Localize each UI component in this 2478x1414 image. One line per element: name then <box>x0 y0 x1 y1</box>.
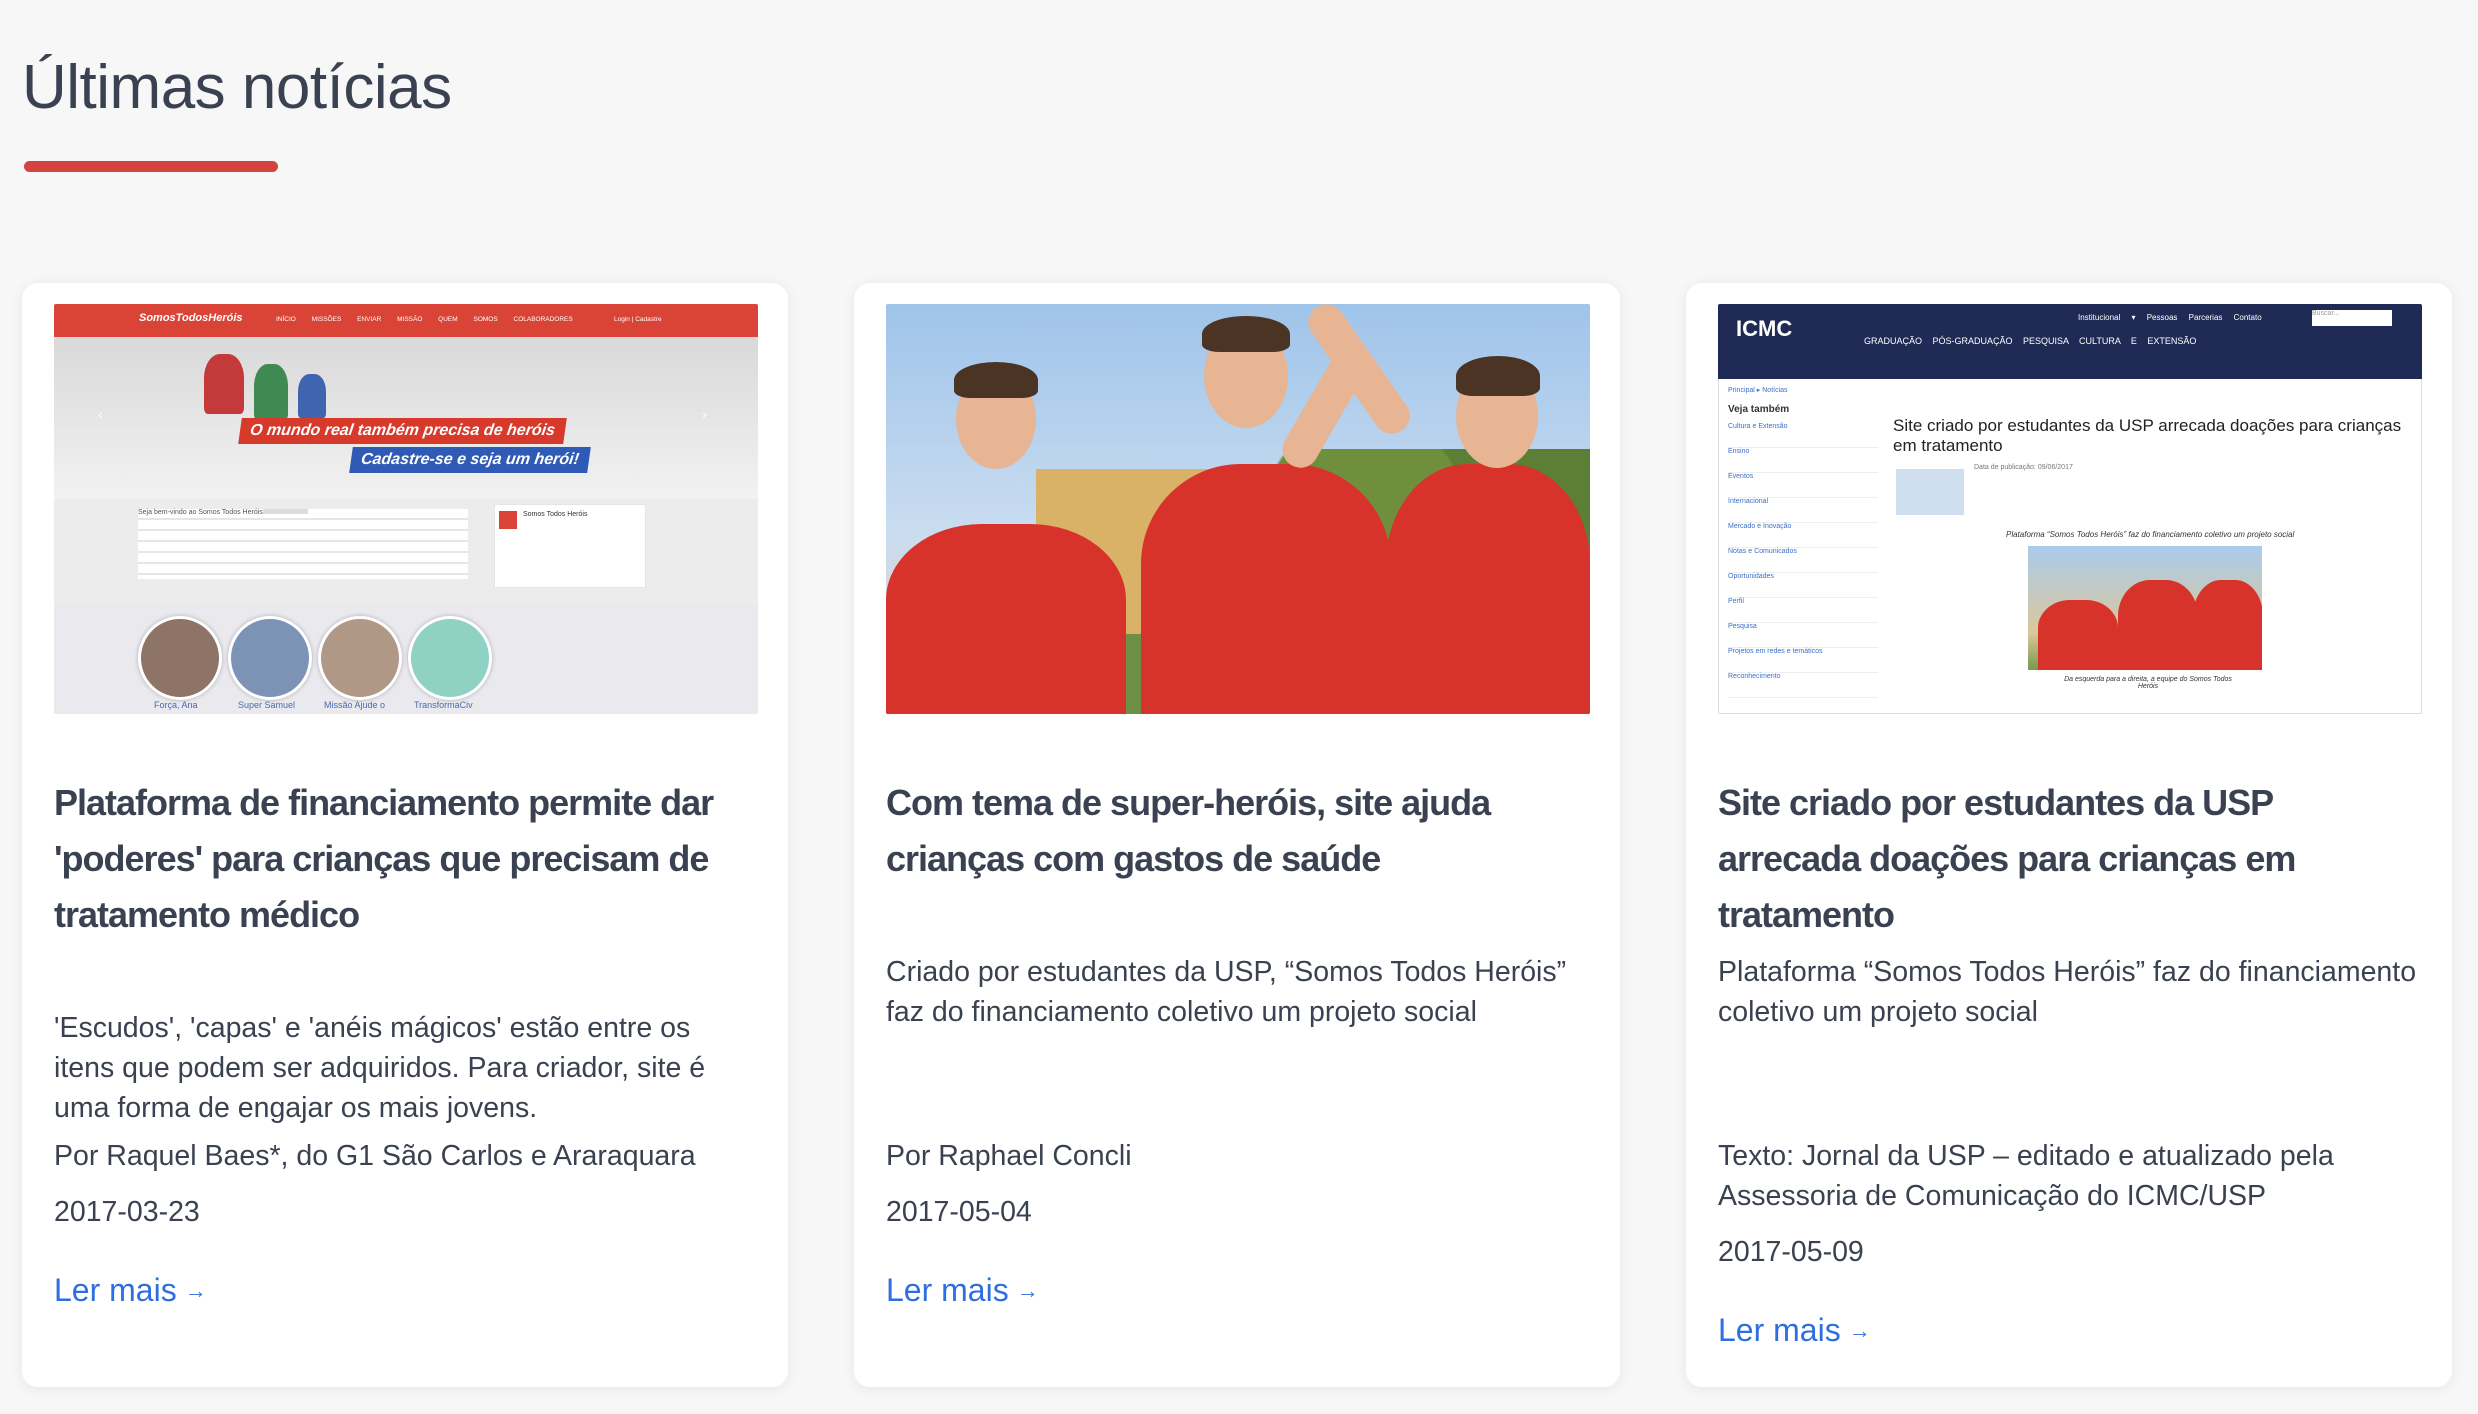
card-title[interactable]: Site criado por estudantes da USP arreca… <box>1718 775 2418 943</box>
card-author: Por Raphael Concli <box>886 1140 1132 1172</box>
thumb-banner-a: O mundo real também precisa de heróis <box>238 418 567 444</box>
read-more-link[interactable]: Ler mais → <box>54 1270 207 1311</box>
title-underline <box>24 161 278 172</box>
read-more-link[interactable]: Ler mais → <box>886 1270 1039 1311</box>
card-author: Texto: Jornal da USP – editado e atualiz… <box>1718 1140 2334 1212</box>
news-card: SomosTodosHeróis INÍCIO MISSÕES ENVIAR M… <box>22 283 788 1387</box>
arrow-right-icon: → <box>1016 1278 1039 1303</box>
card-title[interactable]: Com tema de super-heróis, site ajuda cri… <box>886 775 1586 887</box>
arrow-right-icon: → <box>1848 1318 1871 1343</box>
card-author: Por Raquel Baes*, do G1 São Carlos e Ara… <box>54 1140 696 1172</box>
card-description: Plataforma “Somos Todos Heróis” faz do f… <box>1718 956 2417 1028</box>
read-more-link[interactable]: Ler mais → <box>1718 1310 1871 1351</box>
news-image-screenshot[interactable]: ICMC GRADUAÇÃO PÓS-GRADUAÇÃO PESQUISA CU… <box>1718 304 2422 714</box>
news-card: Com tema de super-heróis, site ajuda cri… <box>854 283 1620 1387</box>
arrow-right-icon: → <box>184 1278 207 1303</box>
thumb-navbar: SomosTodosHeróis INÍCIO MISSÕES ENVIAR M… <box>54 304 758 337</box>
news-image-screenshot[interactable]: SomosTodosHeróis INÍCIO MISSÕES ENVIAR M… <box>54 304 758 714</box>
card-title[interactable]: Plataforma de financiamento permite dar … <box>54 775 754 943</box>
card-date: 2017-03-23 <box>54 1196 200 1228</box>
chevron-right-icon: › <box>702 406 707 422</box>
section-title: Últimas notícias <box>22 53 452 122</box>
thumb-banner-b: Cadastre-se e seja um herói! <box>349 447 591 473</box>
card-description: Criado por estudantes da USP, “Somos Tod… <box>886 956 1567 1028</box>
card-description: 'Escudos', 'capas' e 'anéis mágicos' est… <box>54 1012 706 1124</box>
news-card: ICMC GRADUAÇÃO PÓS-GRADUAÇÃO PESQUISA CU… <box>1686 283 2452 1387</box>
chevron-left-icon: ‹ <box>98 406 103 422</box>
card-date: 2017-05-04 <box>886 1196 1032 1228</box>
news-image-photo[interactable] <box>886 304 1590 714</box>
thumb-navbar: ICMC GRADUAÇÃO PÓS-GRADUAÇÃO PESQUISA CU… <box>1718 304 2422 379</box>
card-date: 2017-05-09 <box>1718 1236 1864 1268</box>
